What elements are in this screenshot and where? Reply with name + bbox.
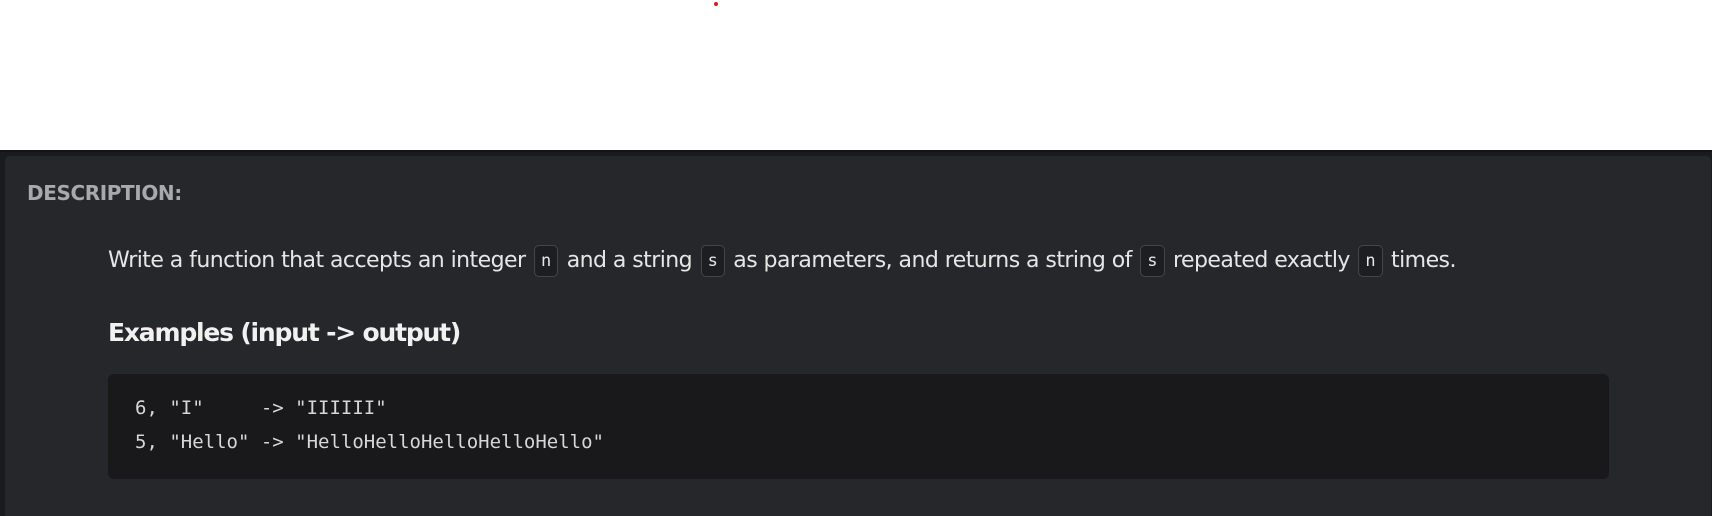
code-line: 5, "Hello" -> "HelloHelloHelloHelloHello… — [135, 431, 604, 453]
examples-heading: Examples (input -> output) — [108, 318, 461, 347]
examples-code-block[interactable]: 6, "I" -> "IIIIII" 5, "Hello" -> "HelloH… — [108, 374, 1609, 479]
description-text: Write a function that accepts an integer… — [108, 243, 1628, 279]
top-white-area — [0, 0, 1712, 150]
code-line: 6, "I" -> "IIIIII" — [135, 397, 387, 419]
inline-code-n: n — [1358, 245, 1383, 277]
description-text-part: as parameters, and returns a string of — [733, 248, 1132, 273]
inline-code-s: s — [700, 245, 725, 277]
description-heading: DESCRIPTION: — [27, 181, 182, 205]
inline-code-s: s — [1140, 245, 1165, 277]
indicator-dot — [714, 2, 718, 6]
description-text-part: Write a function that accepts an integer — [108, 248, 526, 273]
description-text-part: repeated exactly — [1172, 248, 1350, 273]
inline-code-n: n — [533, 245, 559, 277]
description-text-part: times. — [1391, 248, 1456, 273]
description-panel: DESCRIPTION: Write a function that accep… — [5, 156, 1711, 516]
description-text-part: and a string — [566, 248, 693, 273]
